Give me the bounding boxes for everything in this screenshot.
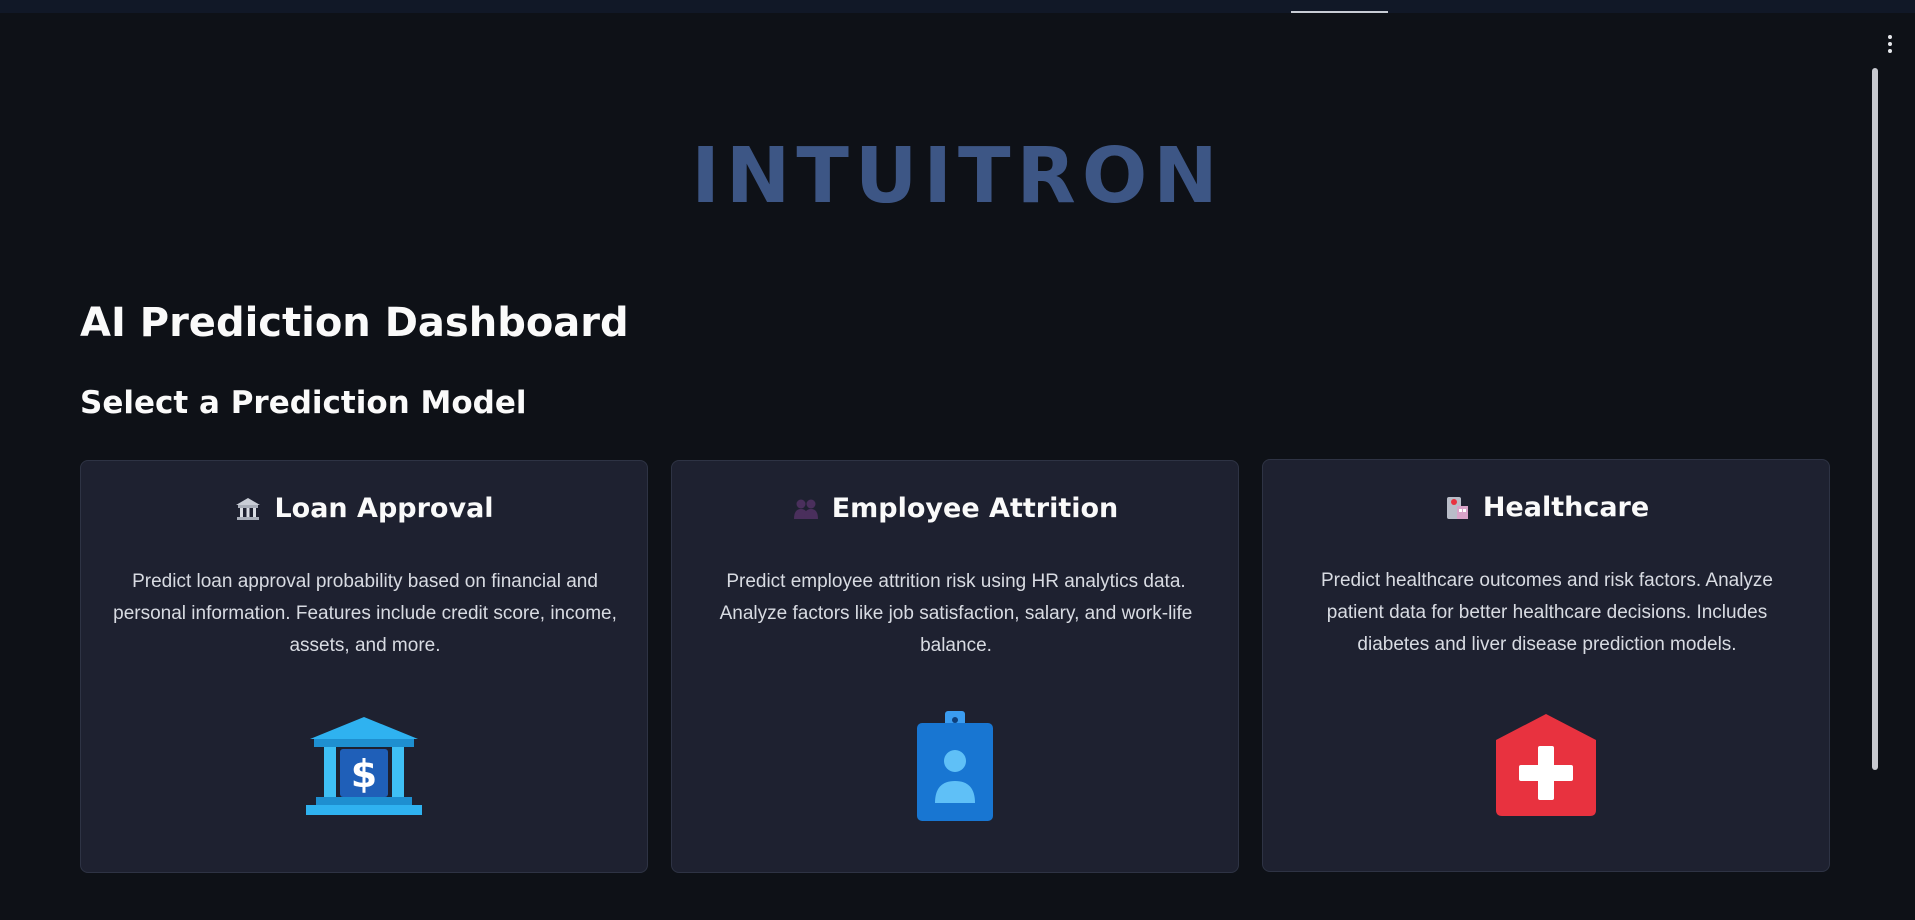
healthcare-card[interactable]: Healthcare Predict healthcare outcomes a… xyxy=(1262,459,1830,872)
bank-dollar-icon: $ xyxy=(306,717,422,815)
healthcare-description: Predict healthcare outcomes and risk fac… xyxy=(1320,570,1773,655)
loan-approval-card[interactable]: Loan Approval Predict loan approval prob… xyxy=(80,460,648,873)
loan-approval-description: Predict loan approval probability based … xyxy=(113,571,617,656)
id-badge-icon xyxy=(917,711,993,821)
employee-attrition-description: Predict employee attrition risk using HR… xyxy=(719,571,1193,656)
employee-attrition-title: Employee Attrition xyxy=(831,493,1119,524)
hospital-icon xyxy=(1446,496,1468,519)
kebab-dot xyxy=(1888,35,1892,39)
card-title: Healthcare xyxy=(1263,492,1829,523)
main-menu-button[interactable] xyxy=(1880,30,1900,58)
brand-logo-text: INTUITRON xyxy=(691,132,1224,221)
people-icon xyxy=(793,499,818,519)
card-title: Loan Approval xyxy=(81,493,647,524)
section-title: Select a Prediction Model xyxy=(80,385,527,421)
top-bar xyxy=(0,0,1915,13)
hospital-cross-icon xyxy=(1496,714,1596,816)
kebab-dot xyxy=(1888,49,1892,53)
bank-icon xyxy=(236,497,261,520)
svg-text:$: $ xyxy=(351,752,377,796)
kebab-dot xyxy=(1888,42,1892,46)
page-title: AI Prediction Dashboard xyxy=(80,300,629,346)
employee-attrition-card[interactable]: Employee Attrition Predict employee attr… xyxy=(671,460,1239,873)
top-loading-indicator xyxy=(1291,11,1388,13)
loan-approval-title: Loan Approval xyxy=(274,493,494,524)
healthcare-title: Healthcare xyxy=(1482,492,1650,523)
card-title: Employee Attrition xyxy=(672,493,1238,524)
